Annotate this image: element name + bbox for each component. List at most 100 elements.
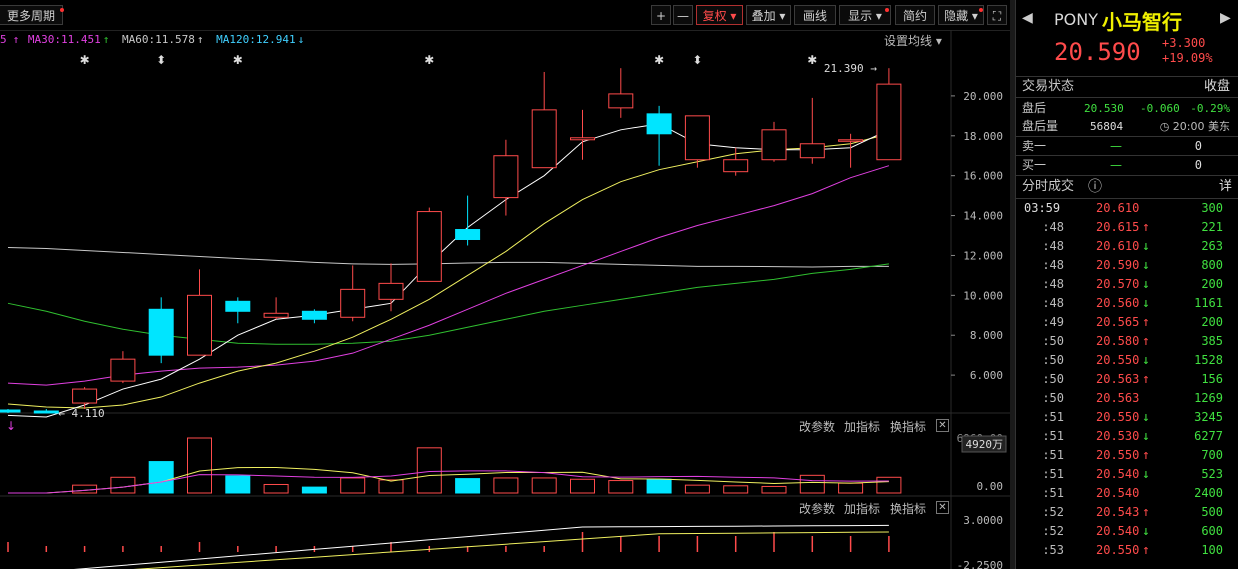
tick-price: 20.580 [1096, 334, 1140, 348]
candle [876, 83, 902, 161]
tick-row: :50 20.563 1269 [1016, 389, 1238, 408]
price-change: +3.300 +19.09% [1162, 36, 1213, 66]
tick-row: :52 20.540 ↓ 600 [1016, 522, 1238, 541]
ind-change-params-button[interactable]: 改参数 [799, 500, 835, 517]
tick-time: :50 [1042, 372, 1064, 386]
volume-bar [799, 474, 825, 494]
tick-price: 20.610 [1096, 239, 1140, 253]
after-hours-row: 盘后 20.530 -0.060 -0.29% [1022, 100, 1234, 117]
tick-time: :48 [1042, 220, 1064, 234]
dea-line [133, 531, 889, 569]
zoom-in-button[interactable]: + [651, 5, 671, 25]
candle [493, 155, 519, 199]
ma10-line [7, 133, 890, 409]
tick-volume: 1161 [1194, 296, 1223, 310]
ma60-line [7, 263, 889, 345]
down-arrow-icon: ↓ [1142, 239, 1150, 254]
tick-time: :52 [1042, 505, 1064, 519]
volume-bar [838, 482, 864, 494]
tick-time: :51 [1042, 410, 1064, 424]
overlay-button[interactable]: 叠加 ▾ [746, 5, 791, 25]
ind-add-indicator-button[interactable]: 加指标 [844, 500, 880, 517]
volume-bar [263, 483, 289, 494]
tick-row: :51 20.550 ↓ 3245 [1016, 408, 1238, 427]
volume-bar [646, 478, 672, 494]
tick-price: 20.543 [1096, 505, 1140, 519]
fullscreen-icon[interactable]: ⛶ [987, 5, 1007, 25]
tick-time: :51 [1042, 448, 1064, 462]
tick-price: 20.563 [1096, 372, 1140, 386]
info-icon[interactable]: ⓘ [1088, 177, 1102, 197]
candle [570, 137, 595, 141]
zoom-out-button[interactable]: — [673, 5, 693, 25]
candle [148, 308, 174, 356]
display-alert-dot [885, 8, 889, 12]
vol-close-icon[interactable]: ✕ [936, 419, 949, 432]
tick-time: :52 [1042, 524, 1064, 538]
sell1-price: — [1110, 139, 1122, 153]
volume-bar [148, 461, 174, 494]
display-button[interactable]: 显示 ▾ [839, 5, 891, 25]
tick-volume: 263 [1201, 239, 1223, 253]
after-volume-row: 盘后量 56804 ◷ 20:00 美东 [1022, 118, 1234, 135]
ind-close-icon[interactable]: ✕ [936, 501, 949, 514]
tick-row: :50 20.563 ↑ 156 [1016, 370, 1238, 389]
vol-change-params-button[interactable]: 改参数 [799, 418, 835, 435]
candle [646, 113, 672, 135]
tick-time: :51 [1042, 429, 1064, 443]
tick-row: :48 20.590 ↓ 800 [1016, 256, 1238, 275]
tick-time: :48 [1042, 277, 1064, 291]
after-volume-label: 盘后量 [1022, 119, 1059, 133]
volume-bar [225, 475, 251, 494]
ind-switch-indicator-button[interactable]: 换指标 [890, 500, 926, 517]
next-stock-icon[interactable]: ▶ [1220, 10, 1231, 26]
tick-volume: 2400 [1194, 486, 1223, 500]
volume-current-label: 4920万 [966, 438, 1004, 451]
tick-volume: 700 [1201, 448, 1223, 462]
simple-mode-button[interactable]: 简约 [895, 5, 935, 25]
tick-volume: 200 [1201, 277, 1223, 291]
tick-time: :50 [1042, 353, 1064, 367]
draw-line-button[interactable]: 画线 [794, 5, 836, 25]
volume-arrow-icon: ↓ [6, 419, 16, 433]
vol-switch-indicator-button[interactable]: 换指标 [890, 418, 926, 435]
up-arrow-icon: ↑ [1142, 505, 1150, 520]
tick-time: :50 [1042, 334, 1064, 348]
down-arrow-icon: ↓ [1142, 429, 1150, 444]
volume-bar [493, 477, 519, 494]
volume-bar [378, 479, 404, 494]
candle [225, 300, 251, 312]
tick-price: 20.570 [1096, 277, 1140, 291]
up-arrow-icon: ↑ [1142, 220, 1150, 235]
ticks-detail-button[interactable]: 详 [1219, 177, 1232, 197]
tick-row: :51 20.530 ↓ 6277 [1016, 427, 1238, 446]
event-marker-icon: ⬍ [156, 53, 166, 67]
volume-bar [761, 485, 787, 494]
sell1-label: 卖一 [1022, 139, 1047, 153]
restore-rights-button[interactable]: 复权 ▾ [696, 5, 743, 25]
sell1-row: 卖一 — 0 [1022, 138, 1234, 155]
hide-button[interactable]: 隐藏 ▾ [938, 5, 984, 25]
prev-stock-icon[interactable]: ◀ [1022, 10, 1033, 26]
event-marker-icon: ✱ [424, 53, 434, 67]
divider [1016, 97, 1238, 98]
ticks-header: 分时成交 ⓘ 详 [1022, 177, 1234, 197]
more-periods-button[interactable]: 更多周期 [0, 5, 63, 25]
candle [340, 288, 366, 318]
y-tick-label: 6.000 [970, 369, 1003, 382]
vol-add-indicator-button[interactable]: 加指标 [844, 418, 880, 435]
chart-toolbar: 更多周期 + — 复权 ▾ 叠加 ▾ 画线 显示 ▾ 简约 隐藏 ▾ ⛶ [0, 0, 1010, 31]
event-marker-icon: ✱ [654, 53, 664, 67]
buy1-row: 买一 — 0 [1022, 157, 1234, 174]
y-tick-label: 14.000 [963, 210, 1003, 223]
volume-bar [570, 478, 595, 494]
up-arrow-icon: ↑ [1142, 448, 1150, 463]
volume-bar [531, 477, 557, 494]
high-price-annotation: 21.390 → [824, 62, 877, 75]
price-chart[interactable]: 20.000 18.000 16.000 14.000 12.000 10.000 8.00… [0, 30, 1010, 569]
dif-line [73, 524, 889, 569]
candle [684, 115, 710, 161]
tick-volume: 100 [1201, 543, 1223, 557]
tick-time: 03:59 [1024, 201, 1061, 215]
candle [110, 358, 136, 382]
